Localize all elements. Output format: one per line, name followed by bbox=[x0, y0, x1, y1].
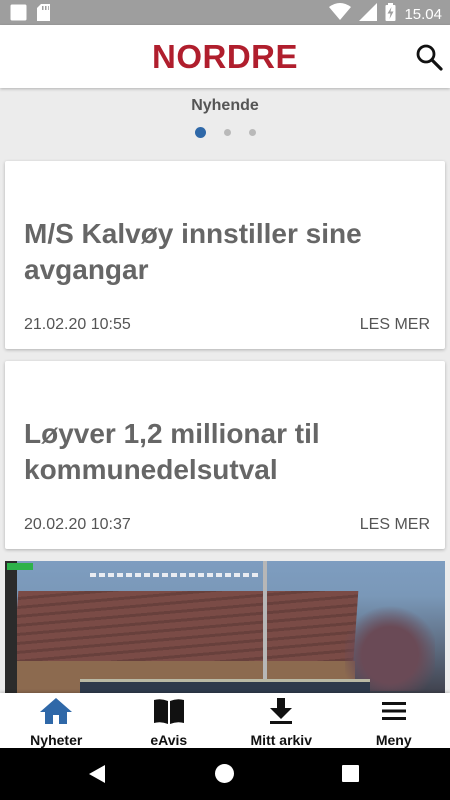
photo-tree bbox=[345, 601, 435, 691]
article-title: Løyver 1,2 millionar til kommunedelsutva… bbox=[24, 418, 320, 485]
home-circle-icon[interactable] bbox=[215, 764, 234, 783]
nav-label: eAvis bbox=[150, 732, 188, 748]
article-date: 21.02.20 10:55 bbox=[24, 316, 131, 333]
brand-logo[interactable]: NORDRE bbox=[0, 38, 450, 76]
open-book-icon bbox=[153, 699, 184, 724]
search-icon bbox=[416, 44, 443, 71]
recents-icon[interactable] bbox=[342, 765, 359, 782]
read-more-link[interactable]: LES MER bbox=[360, 316, 430, 334]
status-time: 15.04 bbox=[404, 6, 442, 23]
article-card[interactable]: M/S Kalvøy innstiller sine avgangar 21.0… bbox=[5, 161, 445, 349]
search-button[interactable] bbox=[414, 42, 444, 72]
nav-label: Nyheter bbox=[30, 732, 83, 748]
sd-card-icon bbox=[37, 4, 50, 26]
nav-label: Mitt arkiv bbox=[250, 732, 312, 748]
battery-charging-icon bbox=[385, 3, 396, 26]
download-icon bbox=[270, 698, 293, 724]
read-more-link[interactable]: LES MER bbox=[360, 516, 430, 534]
app-header: NORDRE bbox=[0, 25, 450, 88]
notification-square-icon bbox=[10, 4, 27, 26]
photo-exit-sign bbox=[7, 563, 33, 570]
system-navigation-bar bbox=[0, 748, 450, 800]
carousel-dot[interactable] bbox=[248, 129, 256, 136]
carousel-dot[interactable] bbox=[223, 129, 231, 136]
nav-item-meny[interactable]: Meny bbox=[338, 693, 450, 748]
home-icon bbox=[40, 698, 73, 724]
wifi-icon bbox=[329, 3, 352, 26]
menu-icon bbox=[381, 702, 406, 720]
carousel-indicator[interactable] bbox=[0, 127, 450, 138]
photo-lights bbox=[90, 573, 260, 577]
back-icon[interactable] bbox=[88, 764, 106, 789]
section-title: Nyhende bbox=[191, 97, 259, 114]
article-date: 20.02.20 10:37 bbox=[24, 516, 131, 533]
signal-icon bbox=[359, 3, 378, 26]
photo-frame bbox=[5, 561, 17, 701]
nav-item-mitt-arkiv[interactable]: Mitt arkiv bbox=[225, 693, 338, 748]
article-image-card[interactable] bbox=[5, 561, 445, 701]
carousel-dot-active[interactable] bbox=[194, 127, 206, 138]
status-bar: 15.04 bbox=[0, 0, 450, 25]
article-title: M/S Kalvøy innstiller sine avgangar bbox=[24, 218, 362, 285]
bottom-navigation: Nyheter eAvis Mitt arkiv Meny bbox=[0, 693, 450, 748]
nav-label: Meny bbox=[375, 732, 412, 748]
article-card[interactable]: Løyver 1,2 millionar til kommunedelsutva… bbox=[5, 361, 445, 549]
nav-item-eavis[interactable]: eAvis bbox=[113, 693, 226, 748]
nav-item-nyheter[interactable]: Nyheter bbox=[0, 693, 113, 748]
